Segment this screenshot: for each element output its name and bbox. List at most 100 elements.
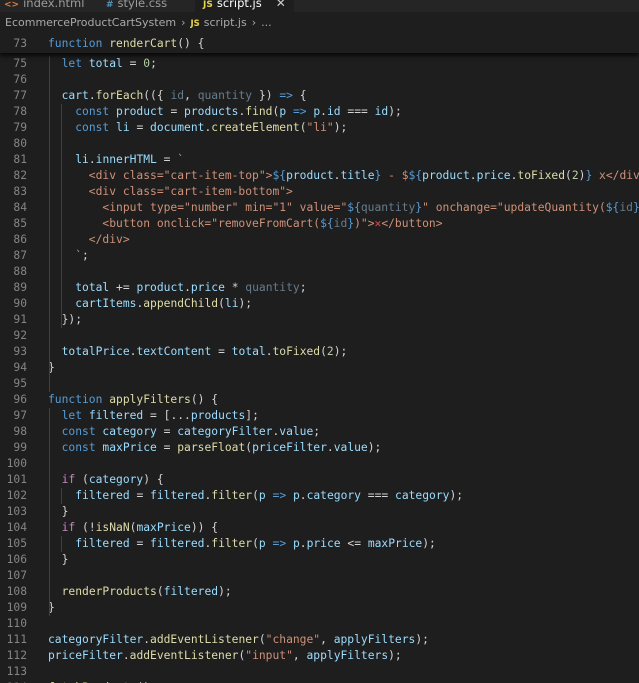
close-icon[interactable]: ✕ xyxy=(276,0,286,10)
code-token: product xyxy=(286,169,334,182)
code-token: * xyxy=(224,281,246,294)
tab-index-html[interactable]: <> index.html xyxy=(4,0,84,12)
code-line[interactable]: 108 renderProducts(filtered); xyxy=(0,584,639,600)
code-token: toFixed xyxy=(272,345,321,358)
code-token: ( xyxy=(565,169,572,182)
tab-script-js[interactable]: JS script.js ✕ xyxy=(195,0,294,12)
code-line[interactable]: 81 li.innerHTML = ` xyxy=(0,152,639,168)
code-token: { xyxy=(292,89,307,102)
code-token: ; xyxy=(82,249,89,262)
code-line[interactable]: 105 filtered = filtered.filter(p => p.pr… xyxy=(0,536,639,552)
code-token: ); xyxy=(422,537,436,550)
code-token: . xyxy=(469,169,477,182)
code-line[interactable]: 85 <button onclick="removeFromCart(${id}… xyxy=(0,216,639,232)
code-token: , xyxy=(292,649,307,662)
code-token: products xyxy=(184,105,239,118)
code-token: applyFilters xyxy=(333,633,416,646)
code-line[interactable]: 78 const product = products.find(p => p.… xyxy=(0,104,639,120)
code-line[interactable]: 106 } xyxy=(0,552,639,568)
code-token: <div class="cart-item-top"> xyxy=(48,169,273,182)
code-text: const product = products.find(p => p.id … xyxy=(48,104,402,120)
breadcrumb-folder[interactable]: EcommerceProductCartSystem xyxy=(5,16,176,29)
line-number: 87 xyxy=(13,249,27,262)
code-token: textContent xyxy=(136,345,212,358)
code-line[interactable]: 93 totalPrice.textContent = total.toFixe… xyxy=(0,344,639,360)
code-line[interactable]: 83 <div class="cart-item-bottom"> xyxy=(0,184,639,200)
code-token: innerHTML xyxy=(95,153,157,166)
code-line[interactable]: 95 xyxy=(0,376,639,392)
code-line[interactable]: 94} xyxy=(0,360,639,376)
code-text: } xyxy=(48,552,69,568)
code-line[interactable]: 110 xyxy=(0,616,639,632)
code-token: ); xyxy=(333,121,348,134)
code-line[interactable]: 102 filtered = filtered.filter(p => p.ca… xyxy=(0,488,639,504)
code-token: += xyxy=(109,281,137,294)
line-number: 106 xyxy=(6,553,27,566)
line-number: 88 xyxy=(13,265,27,278)
code-line[interactable]: 79 const li = document.createElement("li… xyxy=(0,120,639,136)
code-token: if xyxy=(61,473,76,486)
code-line[interactable]: 80 xyxy=(0,136,639,152)
code-line[interactable]: 87 `; xyxy=(0,248,639,264)
code-line[interactable]: 104 if (!isNaN(maxPrice)) { xyxy=(0,520,639,536)
code-line[interactable]: 77 cart.forEach(({ id, quantity }) => { xyxy=(0,88,639,104)
code-token: maxPrice xyxy=(367,537,423,550)
code-token: (! xyxy=(75,521,96,534)
code-line[interactable]: 112 priceFilter.addEventListener("input",… xyxy=(0,648,639,664)
code-line[interactable]: 82 <div class="cart-item-top">${product.… xyxy=(0,168,639,184)
code-token: ( xyxy=(156,585,164,598)
code-token: isNaN xyxy=(95,521,130,534)
code-line[interactable]: 96 function applyFilters() { xyxy=(0,392,639,408)
code-token: if xyxy=(61,521,76,534)
code-token: "input" xyxy=(245,649,293,662)
code-token: const xyxy=(61,441,103,454)
code-line[interactable]: 107 xyxy=(0,568,639,584)
code-line[interactable]: 92 xyxy=(0,328,639,344)
code-token: filtered xyxy=(163,585,219,598)
code-token: applyFilters xyxy=(109,393,191,406)
code-line[interactable]: 91 }); xyxy=(0,312,639,328)
code-line[interactable]: 111 categoryFilter.addEventListener("chan… xyxy=(0,632,639,648)
code-line[interactable]: 88 xyxy=(0,264,639,280)
code-line[interactable]: 113 xyxy=(0,664,639,680)
code-line[interactable]: 76 xyxy=(0,72,639,88)
code-editor[interactable]: 73 function renderCart() { 75 let total = … xyxy=(0,36,639,683)
code-token: ` xyxy=(48,249,83,262)
code-token: ); xyxy=(218,585,232,598)
tab-style-css[interactable]: # style.css xyxy=(106,0,167,12)
code-line[interactable]: 90 cartItems.appendChild(li); xyxy=(0,296,639,312)
breadcrumb-symbol[interactable]: ... xyxy=(261,16,272,29)
code-line[interactable]: 73 function renderCart() { xyxy=(0,36,639,52)
code-token: maxPrice xyxy=(136,521,191,534)
line-number: 104 xyxy=(6,521,27,534)
code-token: forEach xyxy=(95,89,144,102)
code-text: totalPrice.textContent = total.toFixed(2… xyxy=(48,344,348,360)
code-token: products xyxy=(190,409,246,422)
code-token: priceFilter xyxy=(48,649,123,662)
code-line[interactable]: 101 if (category) { xyxy=(0,472,639,488)
code-line[interactable]: 97 let filtered = [...products]; xyxy=(0,408,639,424)
code-token: " onchange="updateQuantity( xyxy=(422,201,606,214)
code-token: . xyxy=(265,345,273,358)
code-token: ); xyxy=(415,633,429,646)
code-line[interactable]: 89 total += product.price * quantity; xyxy=(0,280,639,296)
code-line[interactable]: 99 const maxPrice = parseFloat(priceFilt… xyxy=(0,440,639,456)
code-line[interactable]: 109} xyxy=(0,600,639,616)
line-number: 110 xyxy=(6,617,27,630)
code-token: = xyxy=(156,425,178,438)
code-token: product xyxy=(136,281,185,294)
code-line[interactable]: 86 </div> xyxy=(0,232,639,248)
code-line[interactable]: 75 let total = 0; xyxy=(0,56,639,72)
code-line[interactable]: 103 } xyxy=(0,504,639,520)
code-token: ${ xyxy=(320,217,334,230)
sticky-scroll-header[interactable]: 73 function renderCart() { xyxy=(0,36,639,53)
code-token: ; xyxy=(313,425,321,438)
code-line[interactable]: 98 const category = categoryFilter.value… xyxy=(0,424,639,440)
code-line[interactable]: 100 xyxy=(0,456,639,472)
code-line[interactable]: 84 <input type="number" min="1" value="$… xyxy=(0,200,639,216)
breadcrumb-file[interactable]: script.js xyxy=(204,16,247,29)
